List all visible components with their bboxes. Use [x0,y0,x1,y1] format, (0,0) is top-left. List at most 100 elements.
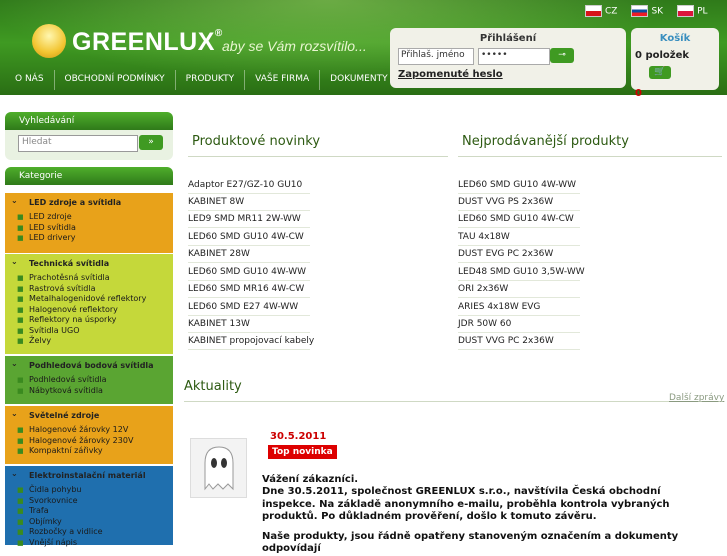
list-item[interactable]: Nábytková svítidla [17,386,173,397]
category-electrical-title[interactable]: ⌄ Elektroinstalační materiál [5,466,173,485]
list-item[interactable]: Prachotěsná svítidla [17,273,173,284]
best-seller-item[interactable]: LED60 SMD GU10 4W-WW [458,177,580,194]
lang-pl[interactable]: PL [677,5,708,17]
language-switcher: CZ SK PL [585,5,708,17]
divider [184,401,724,402]
forgot-password-link[interactable]: Zapomenuté heslo [398,69,503,80]
list-item[interactable]: Želvy [17,336,173,347]
collapse-icon[interactable]: ⌄ [11,469,18,478]
slogan: aby se Vám rozsvítilo... [222,38,367,54]
collapse-icon[interactable]: ⌄ [11,409,18,418]
main-nav: O NÁS OBCHODNÍ PODMÍNKY PRODUKTY VAŠE FI… [5,70,398,90]
list-item[interactable]: Halogenové žárovky 230V [17,436,173,447]
cart-icon: 🛒 [654,67,666,77]
cart-total: 0 [635,88,642,99]
list-item[interactable]: LED drivery [17,233,173,244]
new-product-item[interactable]: Adaptor E27/GZ-10 GU10 [188,177,310,194]
list-item[interactable]: Trafa [17,506,173,517]
collapse-icon[interactable]: ⌄ [11,359,18,368]
search-button[interactable]: » [139,135,163,150]
best-seller-item[interactable]: DUST VVG PC 2x36W [458,333,580,350]
more-news-link[interactable]: Další zprávy [669,393,724,403]
categories-title: Kategorie [5,167,173,185]
list-item[interactable]: Halogenové žárovky 12V [17,425,173,436]
greenlux-logo-icon[interactable] [32,24,66,58]
best-seller-item[interactable]: DUST EVG PC 2x36W [458,246,580,263]
cart-button[interactable]: 🛒 [649,66,671,79]
nav-documents[interactable]: DOKUMENTY [320,70,397,90]
category-technical-title[interactable]: ⌄ Technická svítidla [5,254,173,273]
best-seller-item[interactable]: LED48 SMD GU10 3,5W-WW [458,264,585,281]
new-product-item[interactable]: LED60 SMD GU10 4W-WW [188,264,310,281]
category-electrical: ⌄Elektroinstalační materiál Čidla pohybu… [5,466,173,548]
list-item[interactable]: Vnější nápis [17,538,173,549]
news-title: Aktuality [184,379,242,394]
best-seller-item[interactable]: ORI 2x36W [458,281,580,298]
divider [188,156,448,157]
login-button[interactable]: ⊸ [550,48,574,63]
categories-panel: Kategorie [5,167,173,185]
lang-cz[interactable]: CZ [585,5,617,17]
best-seller-item[interactable]: TAU 4x18W [458,229,580,246]
pl-flag-icon [677,5,695,17]
list-item[interactable]: Reflektory na úsporky [17,315,173,326]
divider [458,156,722,157]
login-title: Přihlášení [479,33,537,44]
category-led-title[interactable]: ⌄ LED zdroje a svítidla [5,193,173,212]
news-text: Vážení zákazníci. Dne 30.5.2011, společn… [262,474,702,556]
list-item[interactable]: Podhledová svítidla [17,375,173,386]
nav-products[interactable]: PRODUKTY [176,70,246,90]
sk-flag-icon [631,5,649,17]
cz-flag-icon [585,5,602,17]
collapse-icon[interactable]: ⌄ [11,196,18,205]
cart-title[interactable]: Košík [631,33,719,44]
login-box: Přihlášení Přihlaš. jméno ••••• ⊸ Zapome… [390,28,626,88]
news-body: Dne 30.5.2011, společnost GREENLUX s.r.o… [262,486,670,522]
best-seller-item[interactable]: ARIES 4x18W EVG [458,299,580,316]
new-product-item[interactable]: KABINET 8W [188,194,310,211]
search-input[interactable]: Hledat [18,135,138,152]
list-item[interactable]: Svorkovnice [17,496,173,507]
key-icon: ⊸ [558,50,566,60]
ghost-icon [190,438,247,498]
category-downlights-title[interactable]: ⌄ Podhledová bodová svítidla [5,356,173,375]
list-item[interactable]: Rozbočky a vidlice [17,527,173,538]
category-light-sources: ⌄Světelné zdroje Halogenové žárovky 12V … [5,406,173,464]
category-light-sources-title[interactable]: ⌄ Světelné zdroje [5,406,173,425]
list-item[interactable]: LED zdroje [17,212,173,223]
cart-box: Košík 0 položek 🛒 [631,28,719,90]
logo-text[interactable]: GREENLUX® [72,28,223,57]
list-item[interactable]: Metalhalogenidové reflektory [17,294,173,305]
best-seller-item[interactable]: JDR 50W 60 [458,316,580,333]
list-item[interactable]: Objímky [17,517,173,528]
lang-sk[interactable]: SK [631,5,663,17]
collapse-icon[interactable]: ⌄ [11,257,18,266]
list-item[interactable]: LED svítidla [17,223,173,234]
news-date: 30.5.2011 [270,431,327,442]
nav-about[interactable]: O NÁS [5,70,55,90]
list-item[interactable]: Rastrová svítidla [17,284,173,295]
new-product-item[interactable]: KABINET 28W [188,246,310,263]
nav-your-company[interactable]: VAŠE FIRMA [245,70,321,90]
cart-count: 0 položek [635,50,690,61]
new-product-item[interactable]: KABINET 13W [188,316,310,333]
list-item[interactable]: Svítidla UGO [17,326,173,337]
password-input[interactable]: ••••• [478,48,550,65]
list-item[interactable]: Halogenové reflektory [17,305,173,316]
new-product-item[interactable]: LED60 SMD GU10 4W-CW [188,229,310,246]
new-product-item[interactable]: LED60 SMD MR16 4W-CW [188,281,310,298]
category-technical: ⌄Technická svítidla Prachotěsná svítidla… [5,254,173,354]
list-item[interactable]: Čidla pohybu [17,485,173,496]
news-greeting: Vážení zákazníci. [262,474,359,485]
new-product-item[interactable]: KABINET propojovací kabely [188,333,314,350]
new-products-title: Produktové novinky [192,134,321,149]
new-product-item[interactable]: LED9 SMD MR11 2W-WW [188,211,310,228]
nav-terms[interactable]: OBCHODNÍ PODMÍNKY [55,70,176,90]
best-seller-item[interactable]: LED60 SMD GU10 4W-CW [458,211,580,228]
category-downlights: ⌄Podhledová bodová svítidla Podhledová s… [5,356,173,404]
username-input[interactable]: Přihlaš. jméno [398,48,474,65]
new-product-item[interactable]: LED60 SMD E27 4W-WW [188,299,310,316]
best-seller-item[interactable]: DUST VVG PS 2x36W [458,194,580,211]
news-badge: Top novinka [268,445,337,459]
list-item[interactable]: Kompaktní zářivky [17,446,173,457]
